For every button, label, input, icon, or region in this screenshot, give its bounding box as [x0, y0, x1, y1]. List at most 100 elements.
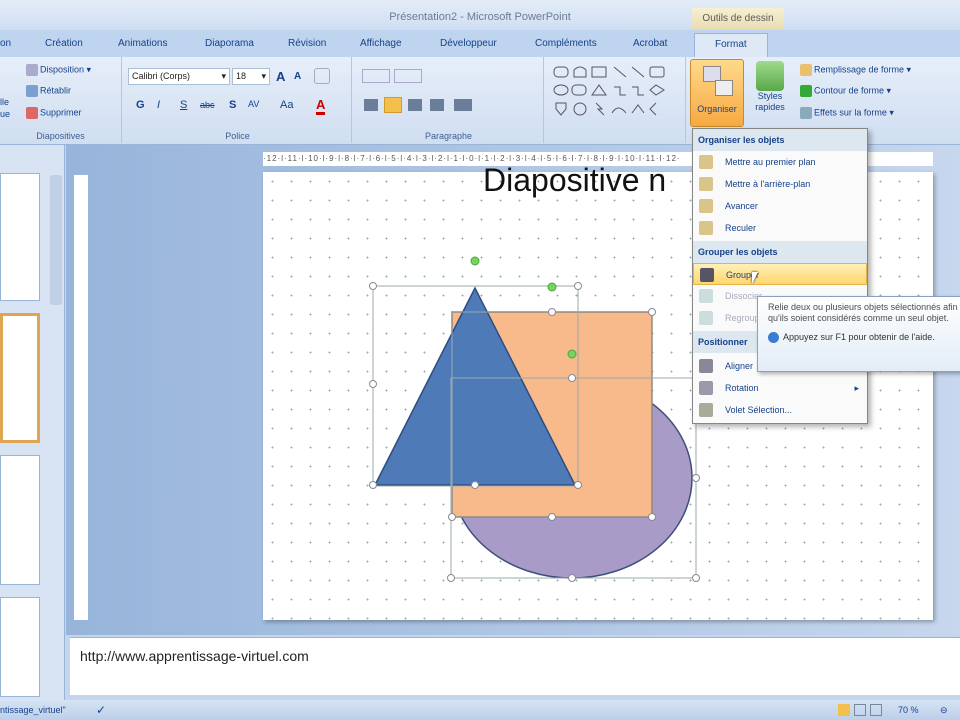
- effects-icon: [800, 107, 812, 119]
- italic-button[interactable]: I: [157, 99, 160, 111]
- vertical-ruler: [74, 175, 88, 620]
- layout-icon: [26, 64, 38, 76]
- align-right-icon[interactable]: [408, 99, 422, 111]
- label: Mettre au premier plan: [725, 157, 816, 167]
- bring-forward-icon: [699, 199, 713, 213]
- slideshow-icon[interactable]: [870, 704, 882, 716]
- selection-pane-icon: [699, 403, 713, 417]
- menu-item-rotation[interactable]: Rotation ▸: [693, 377, 867, 399]
- strikethrough-button[interactable]: abc: [200, 100, 215, 110]
- font-color-button[interactable]: A: [316, 97, 326, 115]
- tab-revision[interactable]: Révision: [288, 38, 326, 49]
- grow-font-button[interactable]: A: [276, 69, 285, 84]
- clear-format-icon[interactable]: [314, 68, 330, 84]
- menu-item-avancer[interactable]: Avancer: [693, 195, 867, 217]
- menu-item-send-to-back[interactable]: Mettre à l'arrière-plan: [693, 173, 867, 195]
- shadow-button[interactable]: S: [229, 99, 236, 111]
- help-text: Appuyez sur F1 pour obtenir de l'aide.: [783, 332, 935, 342]
- supprimer-button[interactable]: Supprimer: [26, 107, 82, 119]
- tab-complements[interactable]: Compléments: [535, 38, 597, 49]
- spellcheck-icon[interactable]: ✓: [96, 700, 106, 720]
- styles-rapides-button[interactable]: Styles rapides: [750, 61, 790, 113]
- retablir-button[interactable]: Rétablir: [26, 85, 71, 97]
- effets-button[interactable]: Effets sur la forme ▾: [800, 107, 894, 119]
- notes-pane[interactable]: http://www.apprentissage-virtuel.com: [70, 637, 960, 695]
- numbering-icon[interactable]: [394, 69, 422, 83]
- label: Volet Sélection...: [725, 405, 793, 415]
- menu-section-header: Grouper les objets: [693, 241, 867, 263]
- bold-button[interactable]: G: [136, 99, 145, 111]
- label: Aligner: [725, 361, 754, 371]
- tab-creation[interactable]: Création: [45, 38, 83, 49]
- contour-button[interactable]: Contour de forme ▾: [800, 85, 891, 97]
- normal-view-icon[interactable]: [838, 704, 850, 716]
- zoom-level[interactable]: 70 %: [898, 700, 919, 720]
- slide-thumbnail-2-selected[interactable]: [0, 313, 40, 443]
- slides-pane: [0, 145, 65, 700]
- send-backward-icon: [699, 221, 713, 235]
- tab-accueil[interactable]: on: [0, 38, 11, 49]
- label: Supprimer: [40, 107, 82, 118]
- ribbon-tabs: on Création Animations Diaporama Révisio…: [0, 30, 960, 57]
- help-icon: [768, 332, 779, 344]
- window-title: Présentation2 - Microsoft PowerPoint: [389, 11, 571, 23]
- label: Disposition: [40, 64, 85, 75]
- underline-button[interactable]: S: [180, 99, 187, 111]
- label: Reculer: [725, 223, 757, 233]
- tab-format[interactable]: Format: [694, 33, 768, 57]
- group-label: Diapositives: [36, 131, 85, 141]
- justify-icon[interactable]: [430, 99, 444, 111]
- columns-icon[interactable]: [454, 99, 472, 111]
- tab-affichage[interactable]: Affichage: [360, 38, 402, 49]
- font-name-select[interactable]: Calibri (Corps) ▾: [128, 68, 230, 85]
- delete-slide-icon: [26, 107, 38, 119]
- new-slide-label[interactable]: lle: [0, 97, 9, 107]
- status-document-label: ntissage_virtuel": [0, 705, 66, 715]
- submenu-arrow-icon: ▸: [854, 383, 859, 393]
- slide-sorter-icon[interactable]: [854, 704, 866, 716]
- slide-thumbnail-1[interactable]: [0, 173, 40, 301]
- notes-text: http://www.apprentissage-virtuel.com: [80, 648, 309, 664]
- label: Rotation: [725, 383, 759, 393]
- shapes-gallery[interactable]: [552, 65, 682, 125]
- menu-section-header: Organiser les objets: [693, 129, 867, 151]
- menu-item-reculer[interactable]: Reculer: [693, 217, 867, 239]
- label: Styles rapides: [755, 91, 785, 112]
- organiser-dropdown-menu: Organiser les objets Mettre au premier p…: [692, 128, 868, 424]
- menu-item-volet-selection[interactable]: Volet Sélection...: [693, 399, 867, 421]
- context-tab-drawing-tools: Outils de dessin: [692, 8, 784, 30]
- ungroup-icon: [699, 289, 713, 303]
- font-name: Calibri (Corps): [132, 71, 191, 81]
- outline-icon: [800, 85, 812, 97]
- bullets-icon[interactable]: [362, 69, 390, 83]
- tooltip-help: Appuyez sur F1 pour obtenir de l'aide.: [768, 332, 956, 344]
- menu-item-grouper[interactable]: Grouper: [693, 263, 867, 285]
- tab-diaporama[interactable]: Diaporama: [205, 38, 254, 49]
- group-diapositives: lle ue Disposition ▾ Rétablir Supprimer …: [0, 57, 122, 143]
- organiser-button[interactable]: Organiser: [690, 59, 744, 127]
- slides-scrollbar[interactable]: [50, 175, 62, 305]
- slide-thumbnail-3[interactable]: [0, 455, 40, 585]
- zoom-out-icon[interactable]: ⊖: [940, 700, 948, 720]
- font-size-select[interactable]: 18 ▾: [232, 68, 270, 85]
- label: Mettre à l'arrière-plan: [725, 179, 811, 189]
- tab-animations[interactable]: Animations: [118, 38, 167, 49]
- align-icon: [699, 359, 713, 373]
- char-spacing-button[interactable]: AV: [248, 99, 259, 109]
- fill-icon: [800, 64, 812, 76]
- group-label: Paragraphe: [424, 131, 473, 141]
- disposition-button[interactable]: Disposition ▾: [26, 64, 91, 76]
- slide-thumbnail-4[interactable]: [0, 597, 40, 697]
- menu-item-bring-to-front[interactable]: Mettre au premier plan: [693, 151, 867, 173]
- new-slide-label-2[interactable]: ue: [0, 109, 10, 119]
- shrink-font-button[interactable]: A: [294, 71, 301, 82]
- group-icon: [700, 268, 714, 282]
- group-label: Police: [225, 131, 250, 141]
- tab-developpeur[interactable]: Développeur: [440, 38, 497, 49]
- tab-acrobat[interactable]: Acrobat: [633, 38, 667, 49]
- align-left-icon[interactable]: [364, 99, 378, 111]
- remplissage-button[interactable]: Remplissage de forme ▾: [800, 64, 911, 76]
- label: Rétablir: [40, 85, 72, 96]
- align-center-icon[interactable]: [384, 97, 402, 113]
- change-case-button[interactable]: Aa: [280, 99, 293, 111]
